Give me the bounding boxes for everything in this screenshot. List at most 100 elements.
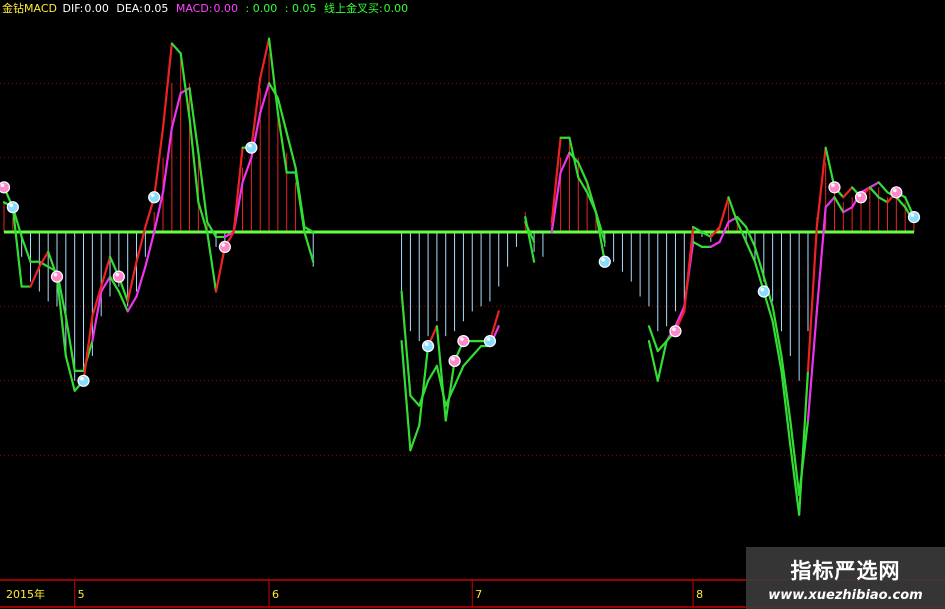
dea-segment-52 (453, 364, 465, 387)
dif-segment-100 (877, 196, 889, 204)
dea-segment-53 (462, 354, 474, 368)
sell-marker-6 (598, 255, 611, 268)
sell-marker-0 (6, 201, 19, 214)
dea-segment-79 (692, 240, 704, 248)
dif-segment-24 (206, 230, 218, 293)
watermark-url: www.xuezhibiao.com (768, 588, 923, 603)
dea-segment-16 (135, 265, 147, 298)
dif-segment-32 (276, 111, 288, 174)
sell-marker-8 (483, 335, 497, 348)
sell-marker-2 (148, 191, 161, 204)
tick-label-0: 2015年 (6, 587, 45, 601)
buy-marker-7-shine (451, 357, 455, 361)
dif-dea-lines (2, 37, 916, 516)
sell-marker-7-dot (421, 339, 435, 353)
dea-segment-47 (409, 394, 421, 407)
dea-segment-94 (824, 196, 836, 209)
sell-marker-8-shine (486, 337, 491, 341)
dif-segment-78 (683, 225, 695, 313)
dea-segment-100 (877, 181, 889, 194)
buy-marker-9 (854, 191, 868, 204)
dif-segment-21 (179, 52, 191, 120)
buy-marker-10-dot (457, 335, 470, 348)
dea-segment-54 (471, 344, 483, 358)
dea-segment-49 (426, 364, 439, 382)
dea-segment-23 (197, 151, 209, 224)
sell-marker-8-dot (483, 335, 497, 348)
signal-label: 线上金叉买: (323, 2, 383, 15)
sell-marker-1 (77, 374, 90, 387)
dea-segment-3 (20, 235, 32, 263)
dea-segment-99 (868, 181, 880, 189)
buy-marker-5 (890, 186, 903, 199)
dea-segment-28 (241, 156, 253, 184)
dif-segment-25 (214, 245, 226, 293)
sell-marker-0-dot (6, 201, 19, 214)
signal-value: 0.00 (383, 2, 409, 15)
buy-marker-9-shine (857, 193, 862, 198)
dif-segment-4 (29, 265, 41, 288)
tick-label-1: 5 (78, 588, 85, 601)
sell-marker-10-dot (907, 211, 921, 224)
sell-marker-9 (757, 285, 770, 298)
sell-marker-3 (245, 141, 258, 154)
dea-segment-46 (400, 290, 412, 397)
sell-marker-9-dot (757, 285, 770, 298)
buy-marker-1-shine (53, 272, 58, 277)
buy-marker-8 (669, 325, 682, 338)
extra-value-1: : 0.00 (245, 2, 278, 15)
dea-segment-19 (161, 126, 173, 194)
sell-marker-9-shine (760, 287, 765, 292)
buy-marker-3 (218, 240, 231, 253)
dif-segment-19 (161, 42, 173, 129)
dif-segment-91 (798, 369, 810, 516)
dea-segment-20 (170, 92, 182, 129)
buy-marker-8-dot (669, 325, 682, 338)
buy-marker-5-shine (893, 188, 897, 193)
buy-marker-10 (457, 335, 470, 348)
sell-marker-1-dot (77, 374, 90, 387)
dif-segment-46 (400, 340, 412, 452)
tick-label-2: 6 (272, 588, 279, 601)
sell-marker-10 (907, 211, 921, 224)
dif-segment-22 (188, 116, 200, 204)
dif-value: 0.00 (84, 2, 109, 15)
dea-segment-95 (833, 196, 845, 214)
sell-marker-3-shine (248, 143, 252, 148)
dea-segment-30 (259, 82, 271, 115)
dif-segment-15 (126, 260, 138, 303)
dif-segment-31 (267, 37, 279, 115)
dif-segment-47 (409, 424, 421, 452)
indicator-header: 金钻MACD DIF:0.00 DEA:0.05 MACD:0.00 : 0.0… (2, 2, 412, 16)
extra-value-2: : 0.05 (284, 2, 317, 15)
sell-marker-3-dot (245, 141, 258, 154)
dea-segment-86 (753, 245, 765, 278)
macd-value: 0.00 (213, 2, 239, 15)
tick-label-3: 7 (475, 588, 482, 601)
buy-marker-10-shine (460, 337, 464, 341)
sell-marker-6-dot (598, 255, 611, 268)
buy-marker-3-shine (221, 243, 226, 247)
buy-marker-8-shine (672, 327, 676, 332)
sell-marker-0-shine (9, 203, 14, 207)
sell-marker-6-shine (601, 257, 606, 262)
buy-marker-4 (828, 181, 841, 194)
indicator-name: 金钻MACD (2, 2, 57, 15)
buy-marker-2-dot (112, 270, 125, 283)
buy-marker-0 (0, 181, 11, 194)
dif-segment-18 (153, 126, 165, 199)
sell-marker-10-shine (910, 213, 915, 217)
dif-segment-96 (842, 186, 854, 199)
buy-marker-4-shine (831, 183, 835, 188)
dea-segment-102 (895, 196, 907, 209)
sell-marker-7-shine (424, 342, 429, 346)
tick-label-4: 8 (696, 588, 703, 601)
buy-marker-5-dot (890, 186, 903, 199)
buy-marker-4-dot (828, 181, 841, 194)
dif-segment-35 (303, 230, 315, 263)
dea-value: 0.05 (143, 2, 169, 15)
buy-marker-7-dot (448, 354, 461, 368)
dea-label: DEA: (116, 2, 143, 15)
buy-marker-3-dot (218, 240, 231, 253)
dea-segment-17 (144, 230, 156, 268)
